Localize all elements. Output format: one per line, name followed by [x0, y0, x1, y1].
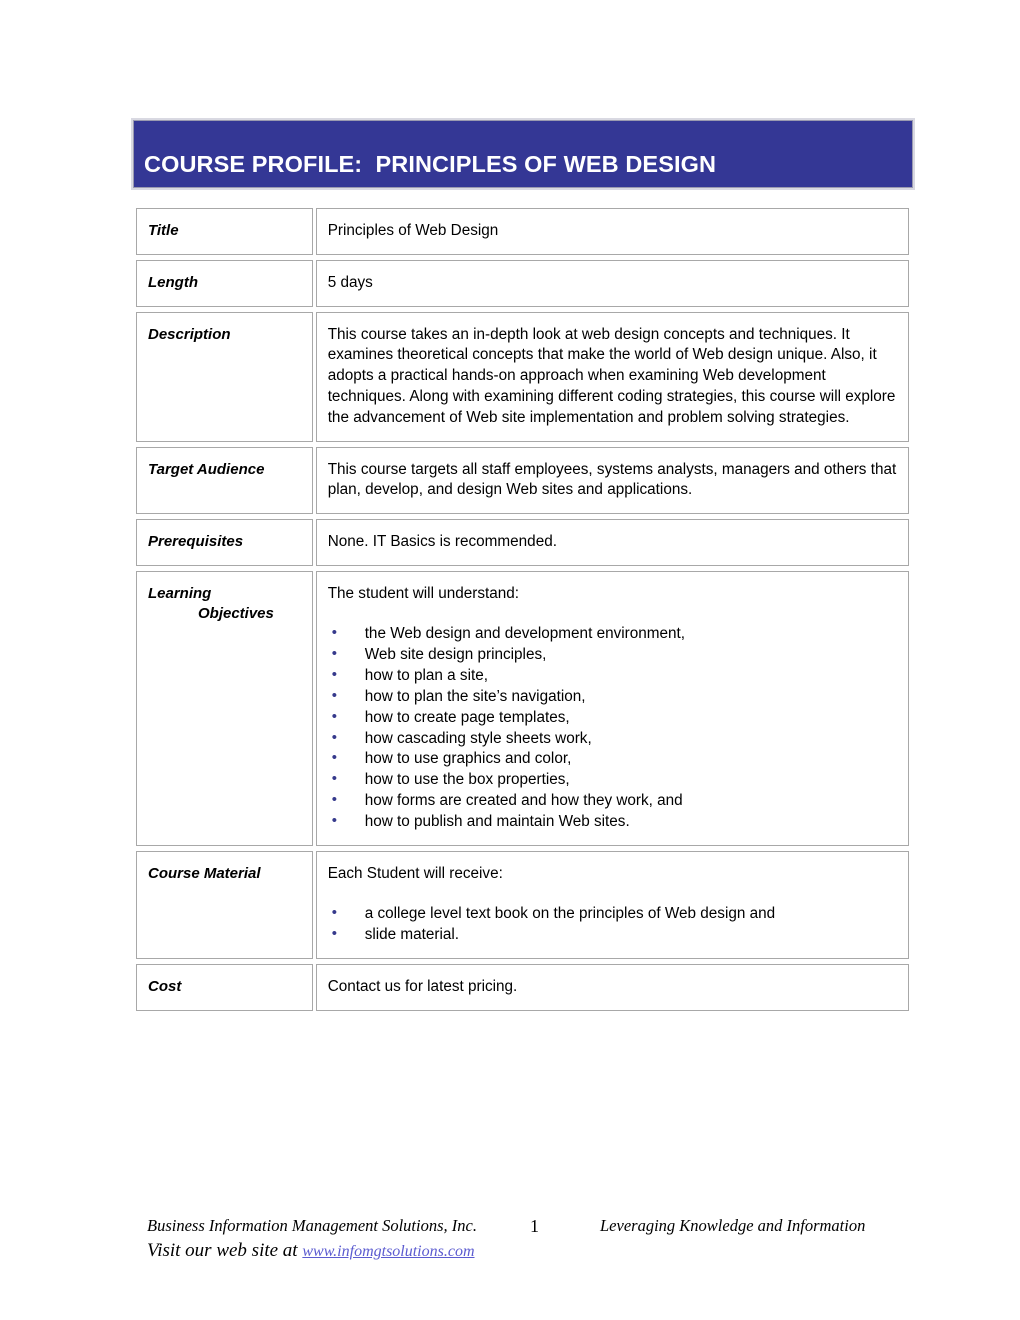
- table-row: Title Principles of Web Design: [136, 208, 909, 255]
- row-label: Length: [148, 273, 198, 291]
- row-label: Learning: [148, 584, 212, 602]
- table-row: Target Audience This course targets all s…: [136, 446, 909, 515]
- row-label-cell: Length: [136, 259, 313, 307]
- list-item: how to use the box properties,: [328, 769, 898, 791]
- row-value-cell: Principles of Web Design: [315, 208, 909, 255]
- row-value-cell: The student will understand: the Web desi…: [315, 570, 909, 847]
- footer-company: Business Information Management Solution…: [147, 1216, 477, 1235]
- row-label: Title: [148, 222, 179, 239]
- course-profile-banner: COURSE PROFILE: PRINCIPLES OF WEB DESIGN: [131, 118, 915, 190]
- row-paragraph: Each Student will receive:: [327, 865, 503, 883]
- row-label-cell: Prerequisites: [136, 519, 313, 566]
- row-value-cell: This course targets all staff employees,…: [315, 446, 909, 515]
- table-row: Length 5 days: [136, 259, 909, 307]
- table-row: Course Material Each Student will receive…: [136, 851, 909, 959]
- row-paragraph: Contact us for latest pricing.: [327, 978, 518, 995]
- footer-tagline: Leveraging Knowledge and Information: [600, 1216, 866, 1235]
- footer-website-link[interactable]: www.infomgtsolutions.com: [302, 1243, 474, 1260]
- list-item: how to use graphics and color,: [328, 748, 898, 770]
- row-value-cell: This course takes an in-depth look at we…: [315, 311, 909, 442]
- footer-page-number: 1: [530, 1216, 539, 1236]
- list-item: how to create page templates,: [328, 707, 898, 729]
- list-item: slide material.: [328, 924, 898, 946]
- row-bullet-list: the Web design and development environme…: [328, 623, 898, 834]
- page-title: COURSE PROFILE: PRINCIPLES OF WEB DESIGN: [144, 151, 717, 178]
- list-item: how to publish and maintain Web sites.: [328, 811, 898, 833]
- row-label: Target Audience: [148, 460, 265, 478]
- document-page: COURSE PROFILE: PRINCIPLES OF WEB DESIGN…: [0, 0, 1020, 1320]
- row-label-cell: Course Material: [136, 851, 313, 959]
- row-value-cell: Each Student will receive: a college leve…: [315, 851, 909, 959]
- row-label-cell: Learning Objectives: [136, 570, 313, 847]
- footer-visit-line: Visit our web site at www.infomgtsolutio…: [147, 1240, 475, 1262]
- row-paragraph: 5 days: [327, 273, 373, 291]
- list-item: how cascading style sheets work,: [328, 728, 898, 750]
- course-profile-table-body: Title Principles of Web Design Length 5 day…: [136, 208, 909, 1011]
- list-item: how to plan the site’s navigation,: [328, 686, 898, 708]
- table-row: Prerequisites None. IT Basics is recommen…: [136, 519, 909, 566]
- row-value-cell: 5 days: [315, 259, 909, 307]
- page-footer: Business Information Management Solution…: [0, 1212, 1020, 1274]
- list-item: Web site design principles,: [328, 644, 898, 666]
- footer-visit-prefix: Visit our web site at: [147, 1240, 303, 1261]
- row-paragraph: This course takes an in-depth look at we…: [327, 325, 896, 426]
- table-row: Description This course takes an in-depth…: [136, 311, 909, 442]
- row-label-cell: Cost: [136, 964, 313, 1011]
- row-label: Cost: [148, 978, 182, 995]
- row-label-cell: Target Audience: [136, 446, 313, 515]
- table-row: Learning Objectives The student will under…: [136, 570, 909, 847]
- row-paragraph: This course targets all staff employees,…: [327, 460, 897, 499]
- row-label-cell: Description: [136, 311, 313, 442]
- row-label: Description: [148, 325, 231, 343]
- row-label-line2: Objectives: [198, 604, 274, 622]
- row-label: Prerequisites: [148, 533, 244, 551]
- row-bullet-list: a college level text book on the princip…: [328, 903, 898, 946]
- list-item: a college level text book on the princip…: [328, 903, 898, 925]
- row-value-cell: None. IT Basics is recommended.: [315, 519, 909, 566]
- list-item: how forms are created and how they work,…: [328, 790, 898, 812]
- table-row: Cost Contact us for latest pricing.: [136, 964, 909, 1011]
- course-profile-table: Title Principles of Web Design Length 5 day…: [133, 203, 912, 1016]
- row-label-cell: Title: [136, 208, 313, 255]
- row-label: Course Material: [148, 865, 261, 883]
- list-item: how to plan a site,: [328, 665, 898, 687]
- row-paragraph: None. IT Basics is recommended.: [327, 533, 557, 551]
- row-paragraph: Principles of Web Design: [327, 222, 499, 239]
- row-value-cell: Contact us for latest pricing.: [315, 964, 909, 1011]
- list-item: the Web design and development environme…: [328, 623, 898, 645]
- row-paragraph: The student will understand:: [327, 584, 520, 602]
